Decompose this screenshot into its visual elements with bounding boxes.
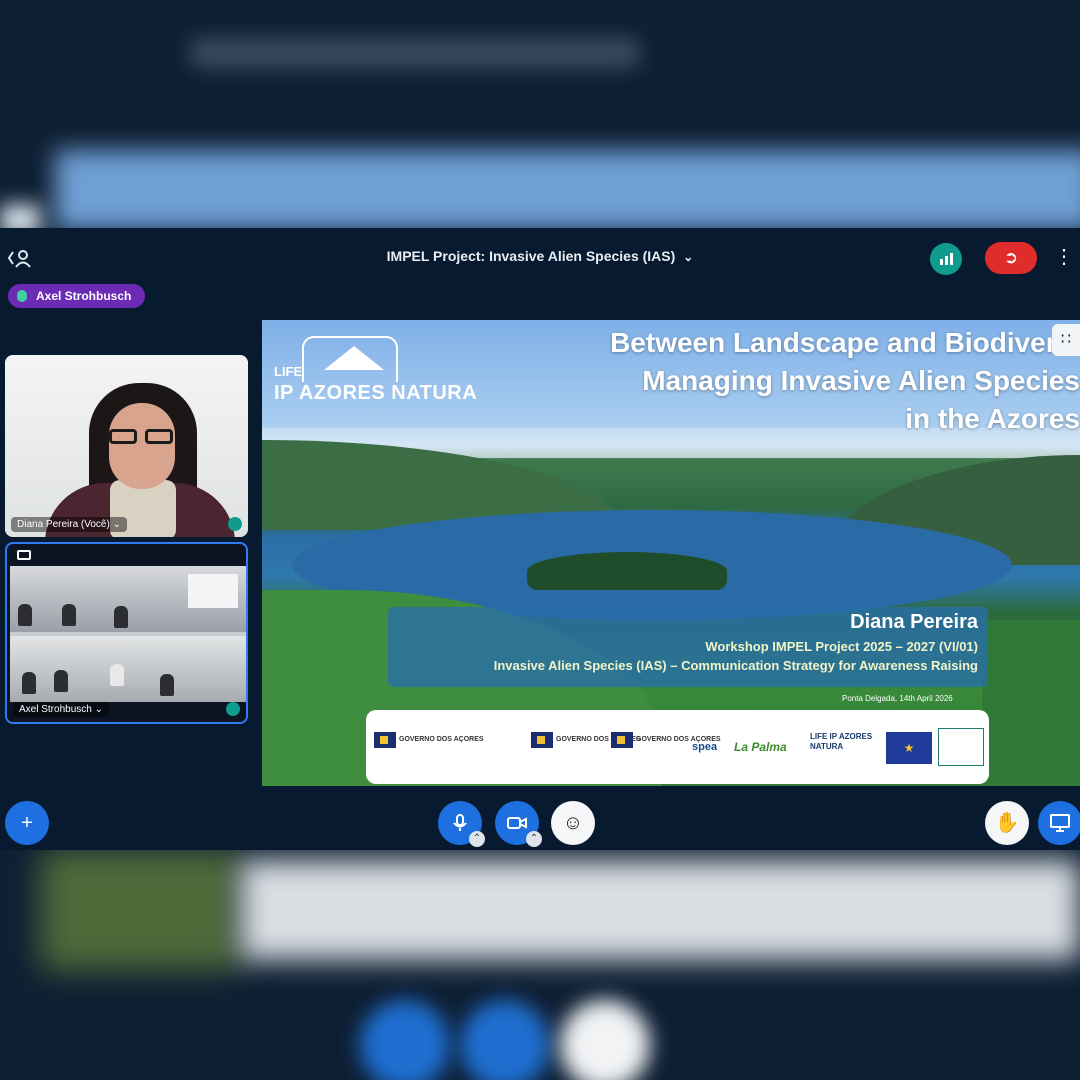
top-bar: IMPEL Project: Invasive Alien Species (I…	[0, 228, 1080, 288]
natura-2000-logo	[938, 728, 984, 766]
meeting-title[interactable]: IMPEL Project: Invasive Alien Species (I…	[0, 248, 1080, 264]
shared-slide: LIFE IP AZORES NATURA Between Landscape …	[262, 320, 1080, 786]
active-speaker-name: Axel Strohbusch	[36, 289, 132, 303]
participant-name-text: Diana Pereira (Você)	[17, 519, 110, 530]
mic-button[interactable]: ⌃	[438, 801, 485, 847]
participant-tile[interactable]: Axel Strohbusch ⌄	[5, 542, 248, 724]
chevron-up-icon[interactable]: ⌃	[469, 831, 485, 847]
mic-icon	[17, 290, 27, 302]
emoji-icon: ☺	[562, 812, 584, 834]
logo-name-text: IP AZORES NATURA	[274, 382, 478, 404]
participant-name: Diana Pereira (Você) ⌄	[11, 517, 127, 532]
partner-logos-bar: GOVERNO DOS AÇORES GOVERNO DOS AÇORES GO…	[366, 710, 989, 784]
participant-name-text: Axel Strohbusch	[19, 704, 92, 715]
slide-title-line: in the Azores	[905, 403, 1080, 434]
meeting-title-text: IMPEL Project: Invasive Alien Species (I…	[386, 248, 676, 264]
spea-logo: spea	[692, 732, 717, 762]
glasses	[109, 429, 175, 445]
participant-tile[interactable]: Diana Pereira (Você) ⌄	[5, 355, 248, 537]
life-logo: LIFE IP AZORES NATURA	[810, 732, 884, 762]
governo-acores-logo: GOVERNO DOS AÇORES	[374, 732, 484, 762]
raise-hand-icon: ✋	[994, 812, 1020, 834]
meeting-window: IMPEL Project: Invasive Alien Species (I…	[0, 228, 1080, 850]
emoji-button[interactable]: ☺	[551, 801, 595, 845]
leave-button[interactable]: ➲	[985, 242, 1037, 274]
add-button[interactable]: +	[5, 801, 49, 845]
blurred-background-top	[0, 0, 1080, 228]
slide-title: Between Landscape and Biodiversi Managin…	[480, 324, 1080, 438]
life-ip-azores-natura-logo: LIFE IP AZORES NATURA	[272, 336, 477, 408]
topic-title: Invasive Alien Species (IAS) – Communica…	[493, 658, 978, 673]
slide-title-line: Managing Invasive Alien Species	[642, 365, 1080, 396]
present-screen-icon	[1050, 814, 1070, 832]
logo-life-text: LIFE	[274, 364, 303, 379]
camera-icon	[507, 817, 527, 829]
bottom-toolbar: + ⌃ ⌃ ☺ ✋	[0, 793, 1080, 850]
workshop-title: Workshop IMPEL Project 2025 – 2027 (VI/0…	[705, 639, 978, 654]
layout-grid-icon[interactable]: ∷	[1052, 324, 1080, 356]
camera-button[interactable]: ⌃	[495, 801, 542, 847]
screen-icon	[17, 550, 31, 560]
video-feed	[10, 566, 246, 702]
present-screen-button[interactable]	[1038, 801, 1080, 845]
logo-text: GOVERNO DOS AÇORES	[399, 736, 484, 743]
eu-life-logo: ★	[886, 732, 932, 764]
logo-text: spea	[692, 741, 718, 753]
logo-text: La Palma	[734, 740, 787, 754]
blurred-background-bottom	[0, 850, 1080, 1080]
more-vertical-icon[interactable]: ⋮	[1054, 246, 1074, 272]
active-speaker-pill: Axel Strohbusch	[8, 284, 146, 308]
slide-title-line: Between Landscape and Biodiversi	[610, 327, 1080, 358]
la-palma-logo: La Palma	[734, 732, 787, 762]
audio-badge-icon	[228, 517, 242, 531]
presenter-name: Diana Pereira	[850, 611, 978, 633]
chevron-down-icon: ⌄	[683, 250, 694, 264]
logo-text: LIFE IP AZORES NATURA	[810, 732, 873, 751]
leave-icon: ➲	[1003, 248, 1019, 267]
presenter-info-box: Diana Pereira Workshop IMPEL Project 202…	[388, 607, 988, 687]
mic-icon	[453, 814, 467, 831]
add-icon: +	[21, 812, 33, 834]
audio-badge-icon	[226, 702, 240, 716]
participant-name: Axel Strohbusch ⌄	[13, 702, 109, 717]
place-date: Ponta Delgada, 14th April 2026	[842, 694, 953, 703]
signal-icon[interactable]	[930, 243, 962, 275]
mountain-icon	[324, 346, 384, 370]
raise-hand-button[interactable]: ✋	[985, 801, 1029, 845]
chevron-up-icon[interactable]: ⌃	[526, 831, 542, 847]
